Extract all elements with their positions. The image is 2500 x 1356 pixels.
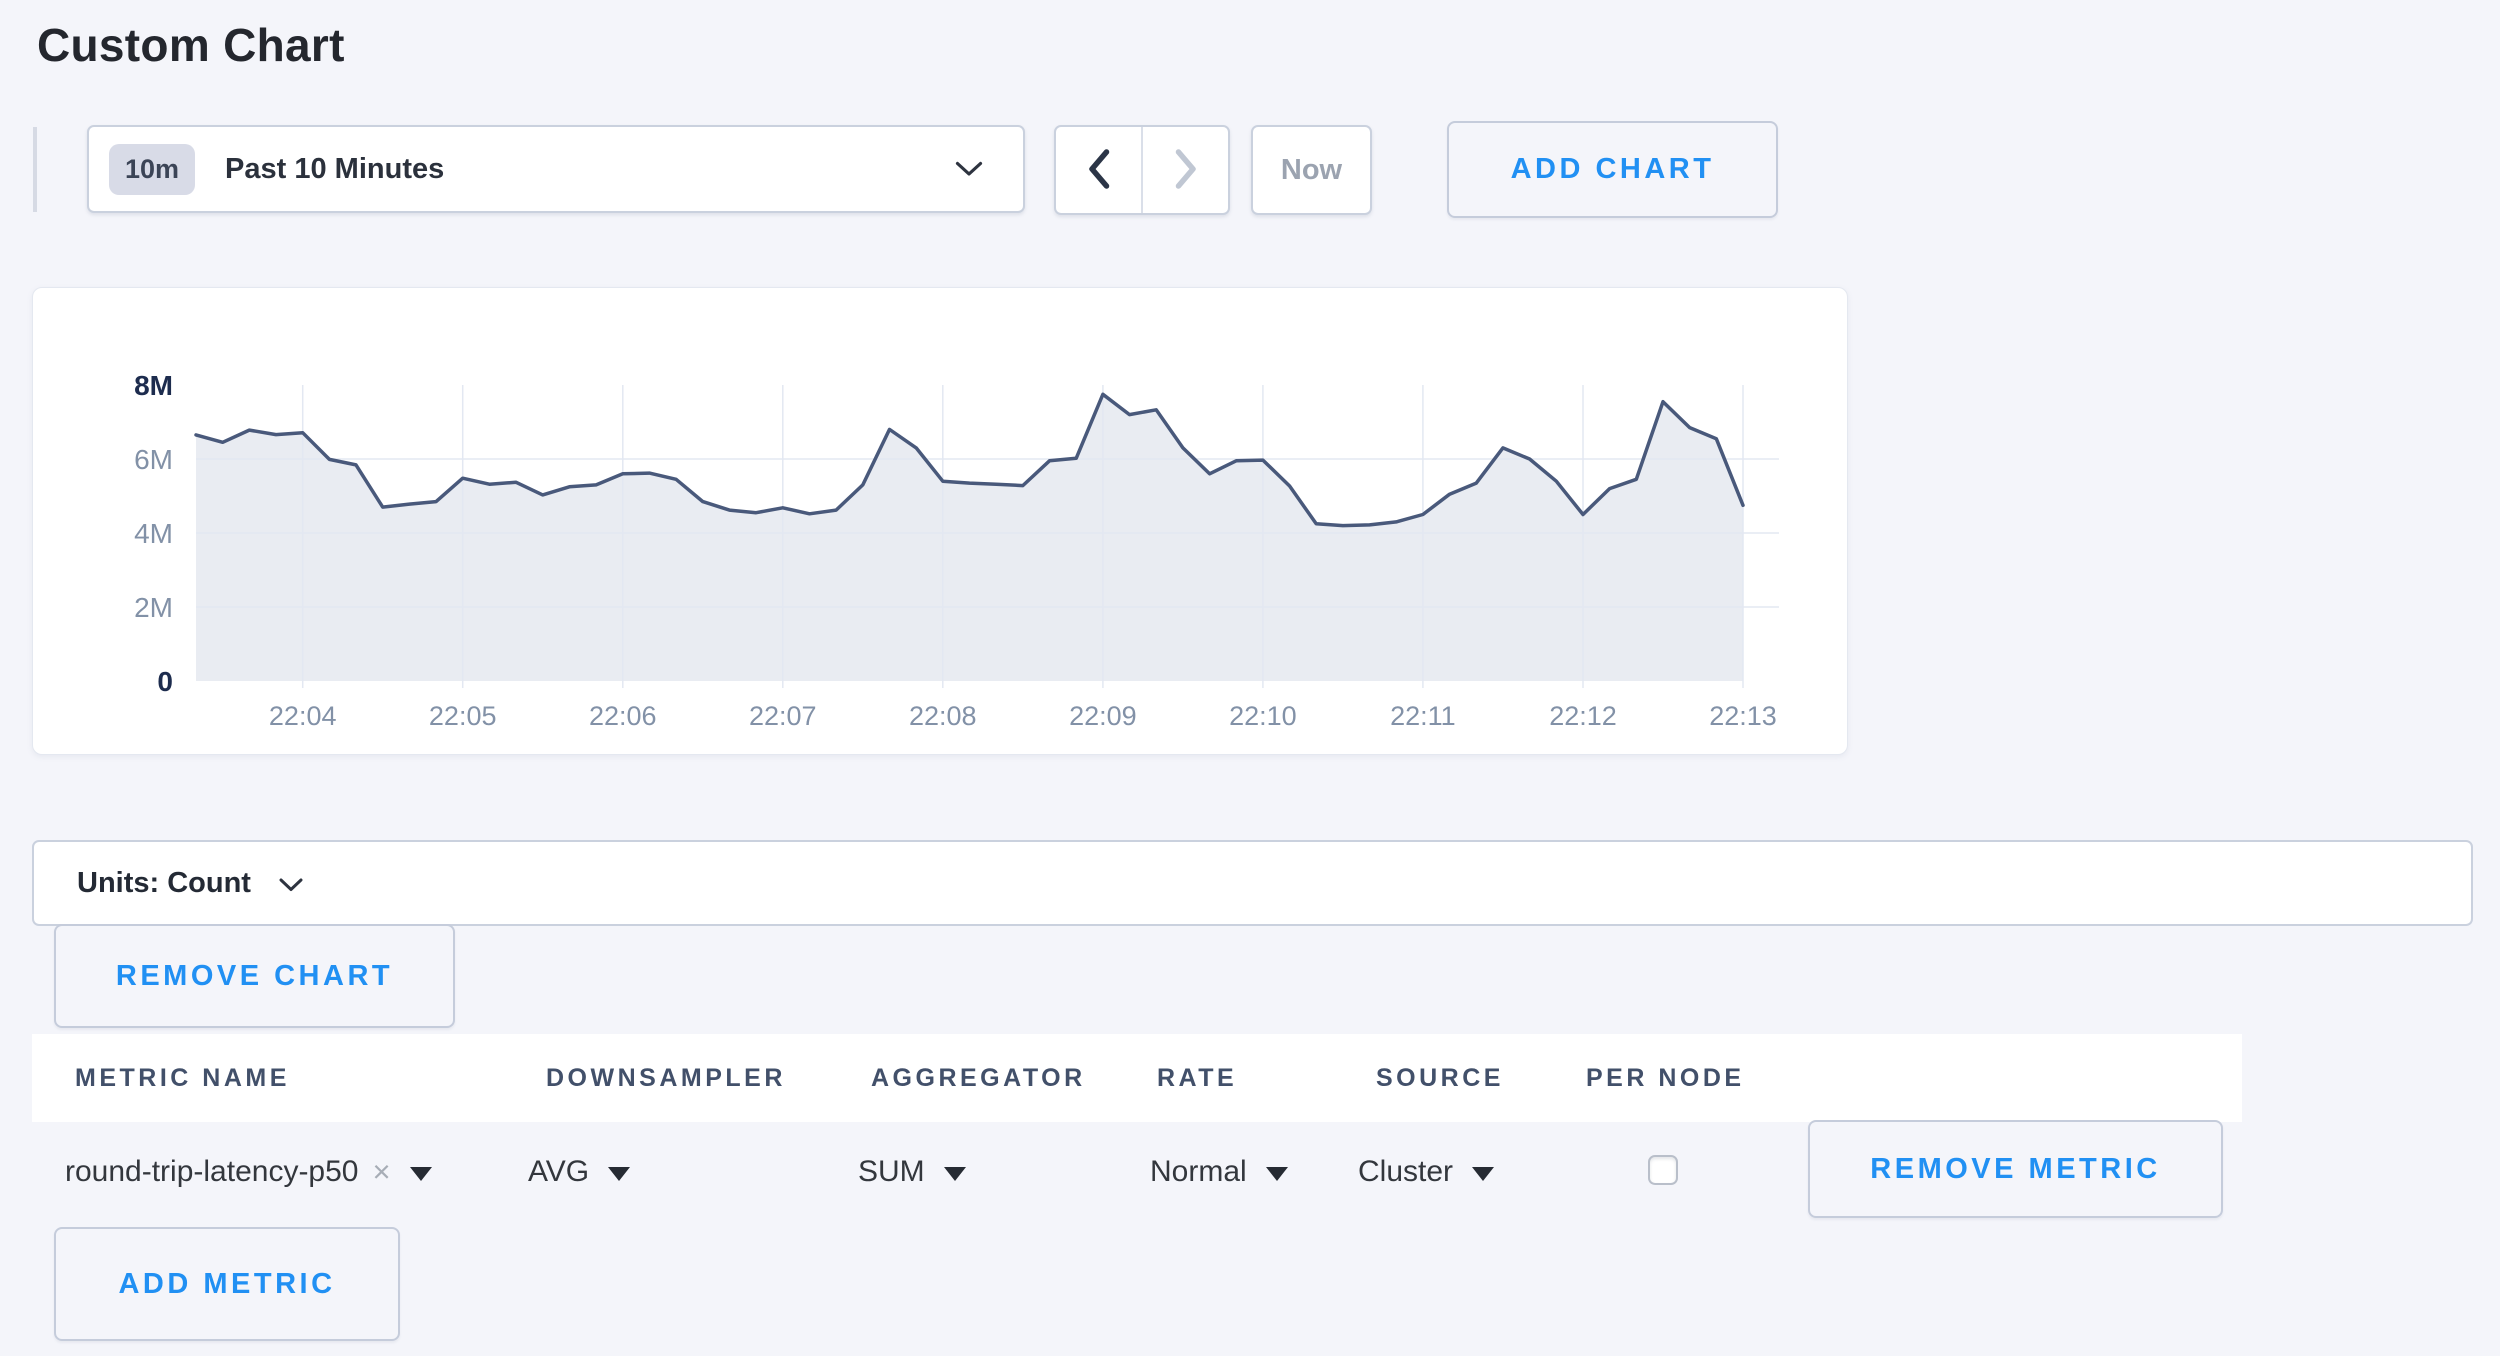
add-metric-button[interactable]: ADD METRIC — [54, 1227, 400, 1341]
time-nav-group — [1054, 125, 1230, 215]
svg-text:22:11: 22:11 — [1390, 701, 1456, 731]
svg-text:22:04: 22:04 — [269, 701, 337, 731]
caret-down-icon — [608, 1167, 630, 1181]
add-chart-button[interactable]: ADD CHART — [1447, 121, 1778, 218]
rate-select[interactable]: Normal — [1150, 1122, 1288, 1222]
svg-text:22:06: 22:06 — [589, 701, 657, 731]
column-header-per-node: PER NODE — [1586, 1034, 1745, 1122]
svg-text:8M: 8M — [134, 370, 173, 401]
aggregator-value: SUM — [858, 1155, 925, 1189]
page-title: Custom Chart — [37, 18, 345, 72]
svg-text:22:08: 22:08 — [909, 701, 977, 731]
units-dropdown[interactable]: Units: Count — [32, 840, 2473, 926]
downsampler-value: AVG — [528, 1155, 589, 1189]
downsampler-select[interactable]: AVG — [528, 1122, 630, 1222]
remove-metric-button[interactable]: REMOVE METRIC — [1808, 1120, 2223, 1218]
column-header-source: SOURCE — [1376, 1034, 1504, 1122]
svg-text:2M: 2M — [134, 592, 173, 623]
time-window-label: Past 10 Minutes — [225, 153, 444, 186]
remove-chart-button[interactable]: REMOVE CHART — [54, 924, 455, 1028]
clear-metric-icon[interactable]: × — [372, 1154, 390, 1190]
rate-value: Normal — [1150, 1155, 1247, 1189]
aggregator-select[interactable]: SUM — [858, 1122, 966, 1222]
metric-name-value: round-trip-latency-p50 — [65, 1155, 358, 1189]
svg-text:22:07: 22:07 — [749, 701, 817, 731]
svg-text:0: 0 — [157, 666, 173, 697]
per-node-checkbox[interactable] — [1648, 1155, 1678, 1185]
units-label: Units: Count — [77, 867, 251, 900]
now-button[interactable]: Now — [1251, 125, 1372, 215]
time-window-badge: 10m — [109, 144, 195, 195]
svg-text:22:09: 22:09 — [1069, 701, 1137, 731]
caret-down-icon — [944, 1167, 966, 1181]
time-window-dropdown[interactable]: 10m Past 10 Minutes — [87, 125, 1025, 213]
next-time-button[interactable] — [1143, 127, 1228, 213]
chevron-down-icon — [955, 161, 983, 177]
svg-text:6M: 6M — [134, 444, 173, 475]
svg-text:22:13: 22:13 — [1709, 701, 1777, 731]
prev-time-button[interactable] — [1056, 127, 1143, 213]
caret-down-icon — [1472, 1167, 1494, 1181]
svg-text:4M: 4M — [134, 518, 173, 549]
metrics-table-header: METRIC NAME DOWNSAMPLER AGGREGATOR RATE … — [32, 1034, 2242, 1122]
source-value: Cluster — [1358, 1155, 1453, 1189]
custom-chart-page: Custom Chart 10m Past 10 Minutes Now ADD… — [0, 0, 2500, 1356]
caret-down-icon — [1266, 1167, 1288, 1181]
column-header-aggregator: AGGREGATOR — [871, 1034, 1086, 1122]
source-select[interactable]: Cluster — [1358, 1122, 1494, 1222]
latency-area-chart[interactable]: 0 2M 4M 6M 8M 22:04 22:05 22:06 22:07 22:08 22:09 2… — [33, 288, 1847, 754]
svg-text:22:12: 22:12 — [1549, 701, 1617, 731]
caret-down-icon — [410, 1167, 432, 1181]
column-header-metric-name: METRIC NAME — [75, 1034, 290, 1122]
chevron-left-icon — [1086, 147, 1112, 194]
chevron-down-icon — [279, 878, 303, 892]
column-header-downsampler: DOWNSAMPLER — [546, 1034, 786, 1122]
svg-text:22:05: 22:05 — [429, 701, 497, 731]
metric-name-select[interactable]: round-trip-latency-p50 × — [65, 1122, 432, 1222]
toolbar-divider — [33, 127, 37, 212]
column-header-rate: RATE — [1157, 1034, 1237, 1122]
chart-card: 0 2M 4M 6M 8M 22:04 22:05 22:06 22:07 22:08 22:09 2… — [32, 287, 1848, 755]
chevron-right-icon — [1173, 147, 1199, 194]
svg-text:22:10: 22:10 — [1229, 701, 1297, 731]
